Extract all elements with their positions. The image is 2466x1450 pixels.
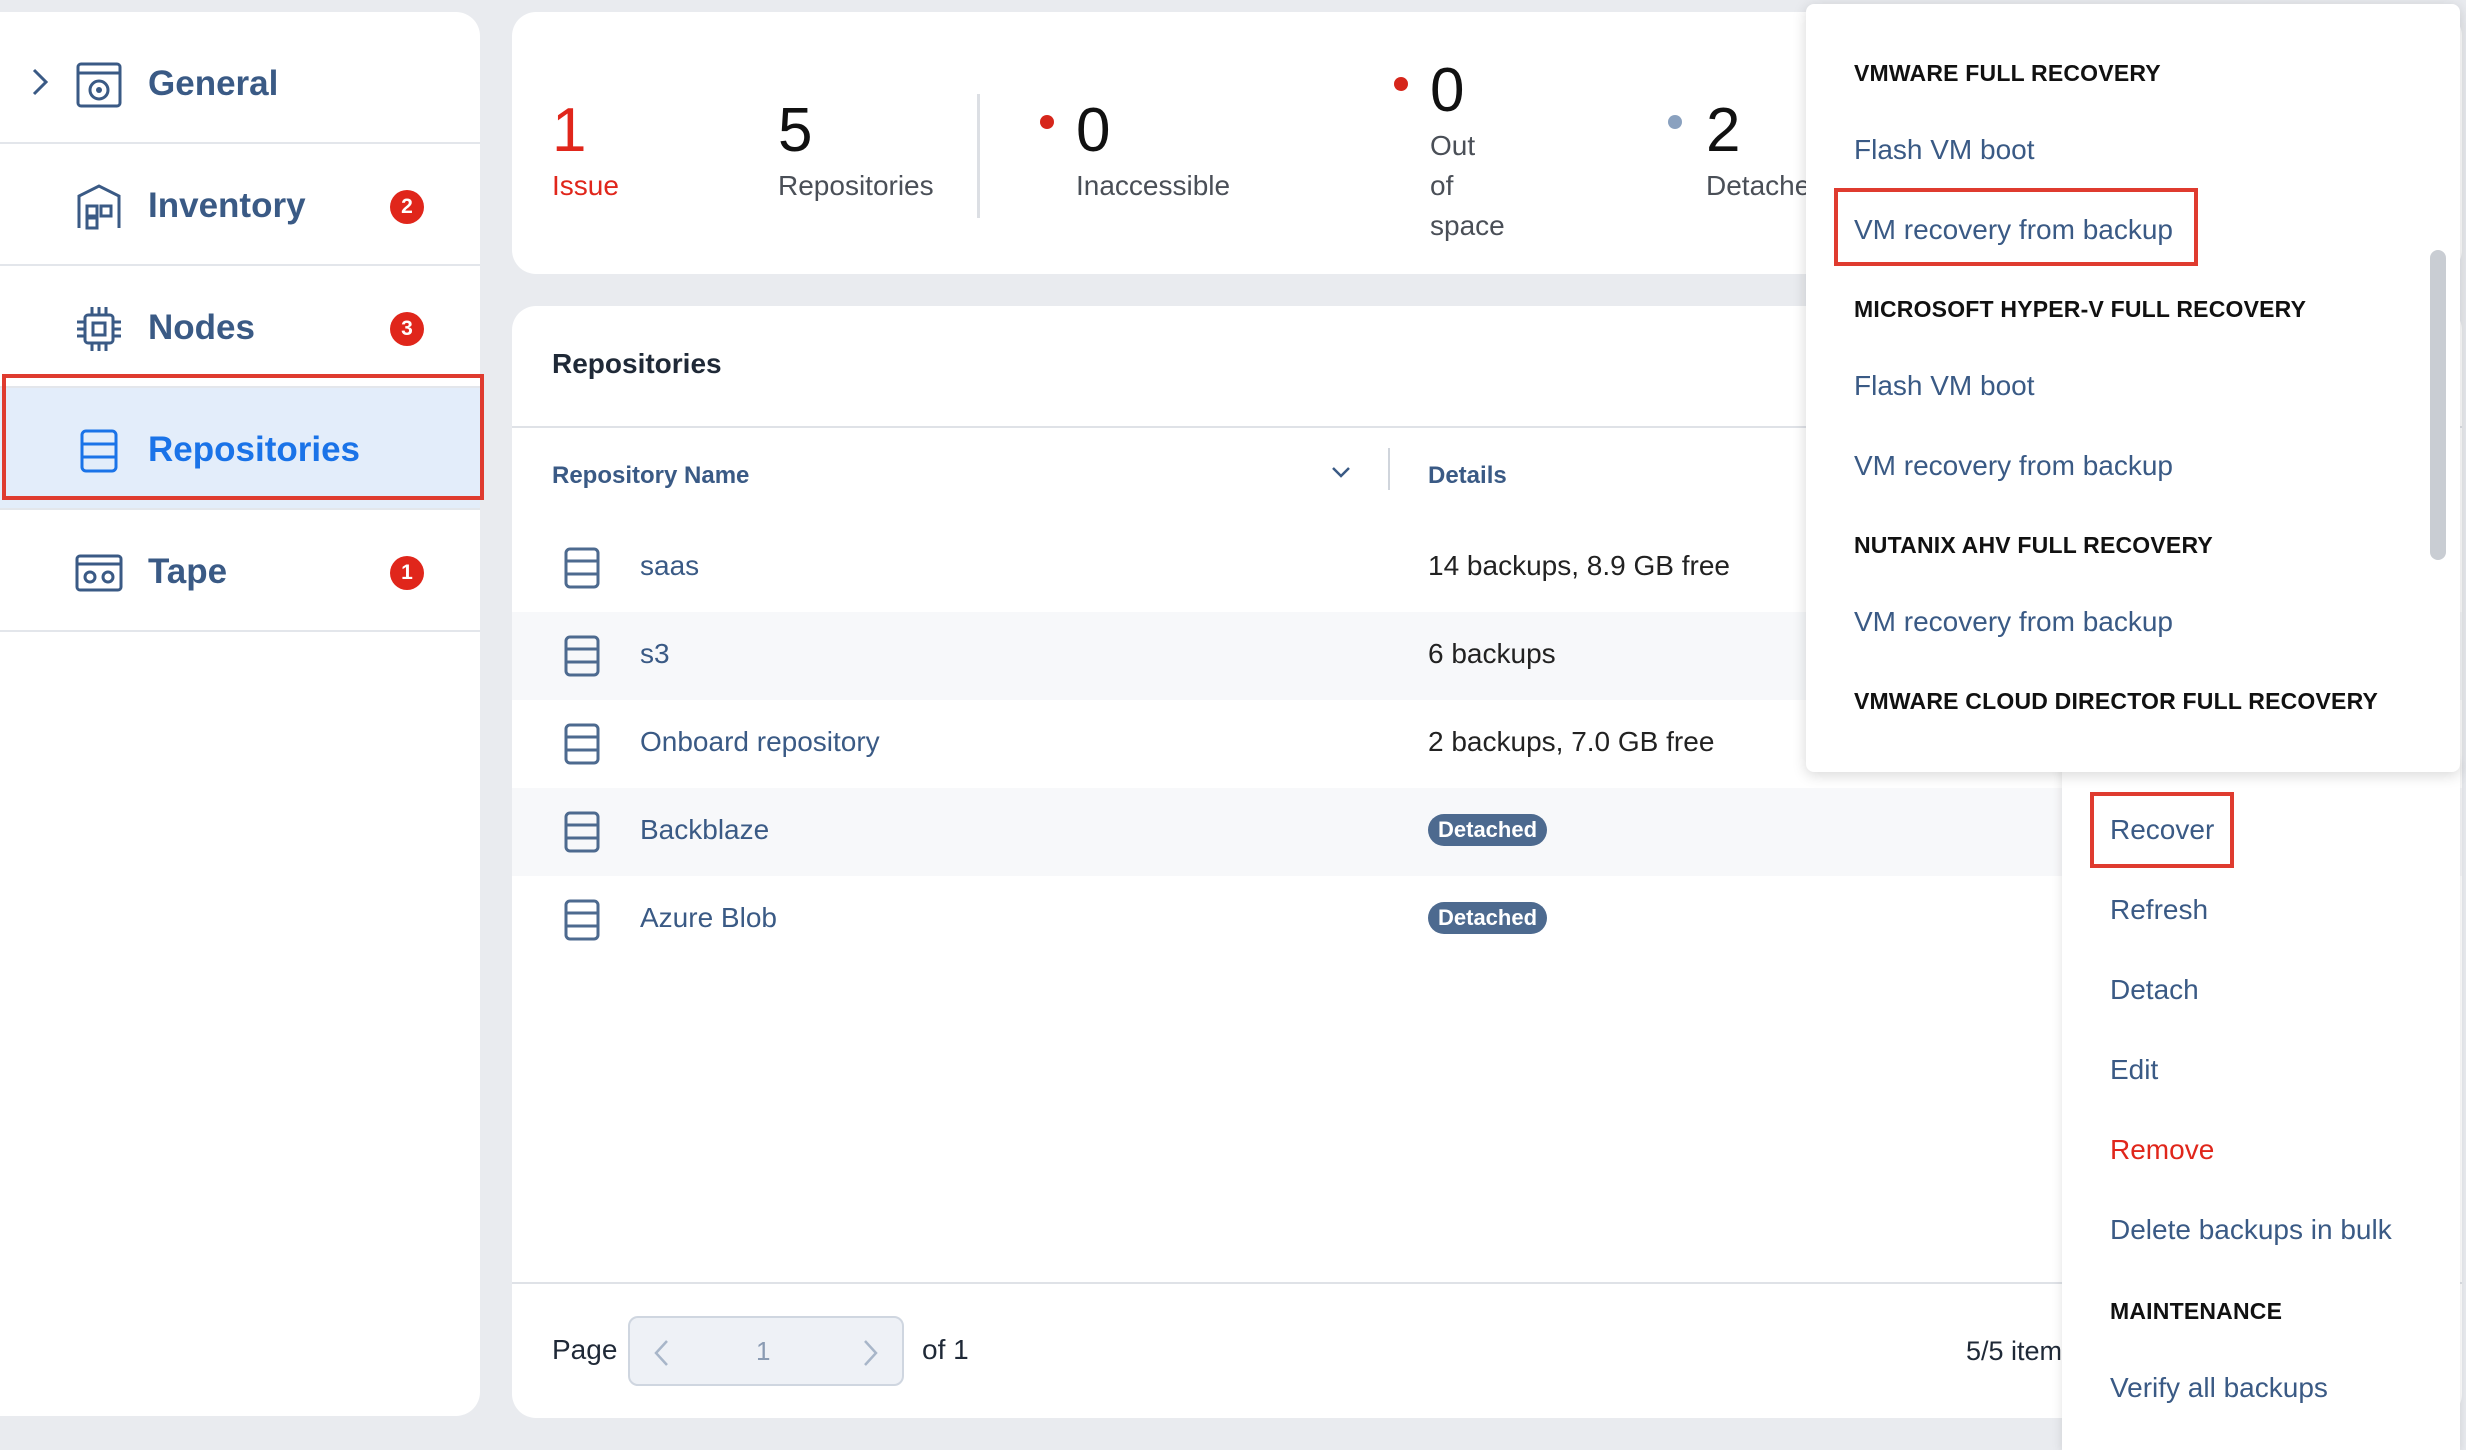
metric-value: 0 [1430, 56, 1465, 125]
sidebar-item-tape[interactable]: Tape 1 [0, 510, 480, 632]
chevron-down-icon[interactable] [1330, 464, 1352, 480]
card-title: Repositories [552, 348, 722, 379]
pager-control: 1 [628, 1316, 904, 1386]
sidebar-item-label: Tape [148, 552, 228, 591]
sidebar-item-inventory[interactable]: Inventory 2 [0, 144, 480, 266]
menu-item-recover[interactable]: Recover [2110, 814, 2214, 846]
metric-label: Detache [1706, 170, 1811, 201]
sidebar: General Inventory 2 Nodes 3 Repositories [0, 12, 480, 1416]
items-count: 5/5 item [1966, 1336, 2063, 1366]
menu-item-edit[interactable]: Edit [2110, 1054, 2158, 1086]
menu-section-header: MAINTENANCE [2110, 1298, 2283, 1324]
sidebar-item-general[interactable]: General [0, 22, 480, 144]
metric-label: Repositories [778, 170, 934, 201]
metric-issue[interactable]: 1 Issue [552, 96, 619, 206]
divider [977, 94, 980, 218]
sidebar-item-label: Nodes [148, 308, 255, 347]
menu-item-delete-backups-bulk[interactable]: Delete backups in bulk [2110, 1214, 2392, 1246]
pager-label: Page [552, 1334, 618, 1365]
metric-label: Out [1430, 130, 1476, 161]
recover-submenu: VMWARE FULL RECOVERY Flash VM boot VM re… [1806, 4, 2460, 772]
repository-name-link[interactable]: Backblaze [640, 814, 769, 846]
count-badge: 3 [390, 312, 424, 346]
menu-item-nutanix-vm-recovery[interactable]: VM recovery from backup [1854, 606, 2173, 638]
column-header-name[interactable]: Repository Name [552, 462, 749, 490]
repository-name-link[interactable]: s3 [640, 638, 670, 670]
repository-name-link[interactable]: Azure Blob [640, 902, 777, 934]
metric-repositories[interactable]: 5 Repositories [778, 96, 934, 206]
database-icon [564, 723, 600, 765]
tape-icon [75, 554, 123, 592]
sidebar-item-label: Repositories [148, 430, 360, 469]
count-badge: 2 [390, 190, 424, 224]
menu-item-detach[interactable]: Detach [2110, 974, 2199, 1006]
repository-details: 2 backups, 7.0 GB free [1428, 726, 1715, 757]
menu-section-header: MICROSOFT HYPER-V FULL RECOVERY [1854, 296, 2307, 322]
metric-label: space [1430, 210, 1505, 241]
metric-label: Inaccessible [1076, 170, 1231, 201]
status-badge: Detached [1428, 902, 1548, 934]
metric-value: 2 [1706, 96, 1741, 165]
menu-item-remove[interactable]: Remove [2110, 1134, 2214, 1166]
chevron-left-icon[interactable] [652, 1338, 672, 1368]
metric-value: 5 [778, 96, 813, 165]
pager-total: of 1 [922, 1334, 969, 1365]
status-dot [1394, 77, 1408, 91]
database-icon [80, 429, 118, 473]
sidebar-item-repositories[interactable]: Repositories [0, 388, 480, 510]
column-header-details[interactable]: Details [1428, 462, 1507, 490]
sidebar-item-label: General [148, 64, 279, 103]
page-number-input[interactable]: 1 [756, 1336, 770, 1367]
metric-label: of [1430, 170, 1454, 201]
menu-item-refresh[interactable]: Refresh [2110, 894, 2208, 926]
chevron-right-icon[interactable] [860, 1338, 880, 1368]
status-badge: Detached [1428, 814, 1548, 846]
repository-details: 6 backups [1428, 638, 1556, 669]
database-icon [564, 635, 600, 677]
repository-name-link[interactable]: Onboard repository [640, 726, 880, 758]
database-icon [564, 811, 600, 853]
sidebar-item-label: Inventory [148, 186, 306, 225]
building-icon [77, 184, 121, 230]
metric-detached[interactable]: 2 Detache [1706, 96, 1810, 206]
database-icon [564, 547, 600, 589]
metric-out-of-space[interactable]: 0 Out of space [1430, 56, 1505, 246]
menu-item-vmware-flash-vm-boot[interactable]: Flash VM boot [1854, 134, 2035, 166]
settings-gear-icon [76, 62, 122, 108]
count-badge: 1 [390, 556, 424, 590]
menu-item-vmware-vm-recovery[interactable]: VM recovery from backup [1854, 214, 2173, 246]
menu-item-hyperv-flash-vm-boot[interactable]: Flash VM boot [1854, 370, 2035, 402]
actions-menu: Recover Refresh Detach Edit Remove Delet… [2062, 760, 2460, 1450]
repository-details: 14 backups, 8.9 GB free [1428, 550, 1730, 581]
metric-value: 0 [1076, 96, 1111, 165]
status-dot [1668, 115, 1682, 129]
chip-icon [77, 307, 121, 351]
menu-item-hyperv-vm-recovery[interactable]: VM recovery from backup [1854, 450, 2173, 482]
metric-value: 1 [552, 96, 587, 165]
metric-label: Issue [552, 170, 619, 201]
scrollbar-thumb[interactable] [2430, 250, 2446, 560]
column-resizer[interactable] [1388, 448, 1390, 490]
sidebar-item-nodes[interactable]: Nodes 3 [0, 266, 480, 388]
menu-section-header: VMWARE FULL RECOVERY [1854, 60, 2161, 86]
metric-inaccessible[interactable]: 0 Inaccessible [1076, 96, 1230, 206]
menu-section-header: NUTANIX AHV FULL RECOVERY [1854, 532, 2213, 558]
chevron-right-icon[interactable] [28, 66, 52, 98]
repository-name-link[interactable]: saas [640, 550, 699, 582]
database-icon [564, 899, 600, 941]
status-dot [1040, 115, 1054, 129]
menu-section-header: VMWARE CLOUD DIRECTOR FULL RECOVERY [1854, 688, 2379, 714]
menu-item-verify-all-backups[interactable]: Verify all backups [2110, 1372, 2328, 1404]
